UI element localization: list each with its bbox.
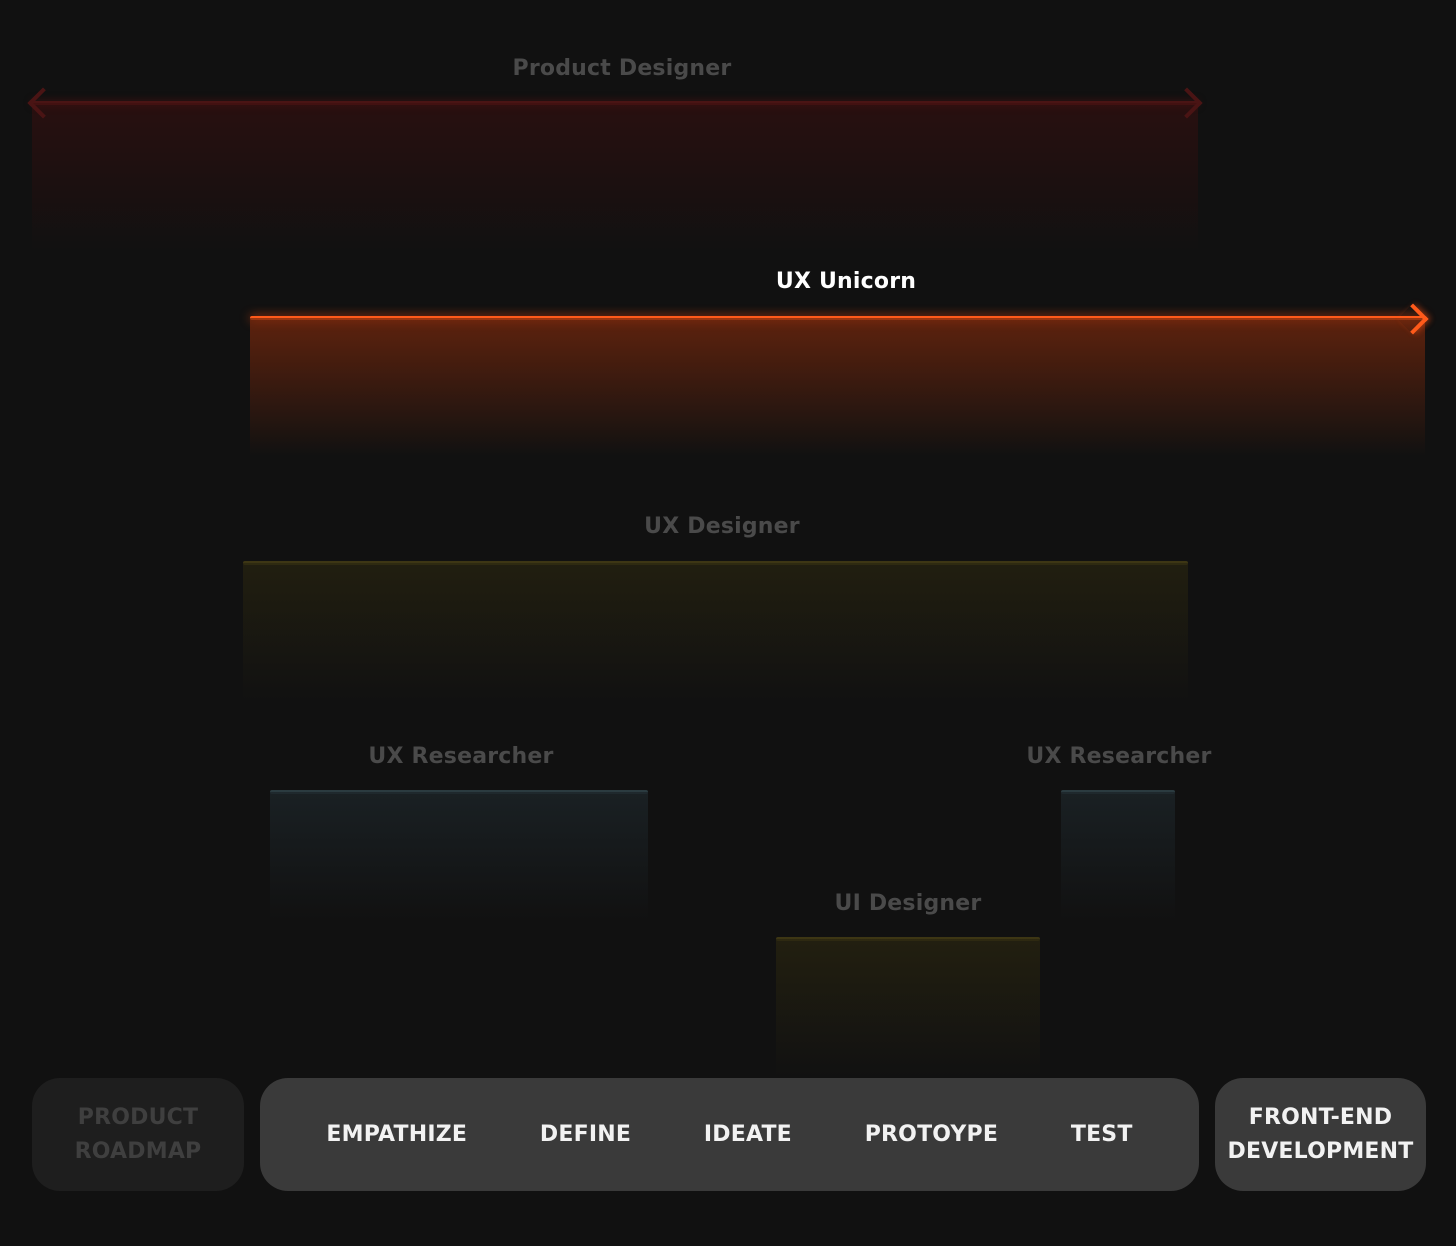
ui-designer-glow xyxy=(776,939,1040,1077)
ux-designer-label: UX Designer xyxy=(644,514,800,539)
product-roadmap-line2: ROADMAP xyxy=(74,1138,202,1164)
front-end-line1: FRONT-END xyxy=(1248,1104,1393,1130)
ux-designer-span xyxy=(243,561,1188,701)
front-end-development-box: FRONT-END DEVELOPMENT xyxy=(1215,1078,1426,1191)
ux-unicorn-span xyxy=(250,316,1425,456)
stage-test: TEST xyxy=(1070,1122,1133,1147)
ux-unicorn-glow xyxy=(250,318,1425,456)
product-designer-span xyxy=(32,101,1198,251)
ux-researcher-right-label: UX Researcher xyxy=(1026,744,1212,769)
product-roadmap-box: PRODUCT ROADMAP xyxy=(32,1078,244,1191)
ux-researcher-right-glow xyxy=(1061,792,1175,920)
ux-researcher-left-label: UX Researcher xyxy=(368,744,554,769)
product-roadmap-line1: PRODUCT xyxy=(77,1104,199,1130)
stage-prototype: PROTOYPE xyxy=(864,1122,999,1147)
stage-ideate: IDEATE xyxy=(703,1122,792,1147)
front-end-line2: DEVELOPMENT xyxy=(1227,1138,1414,1164)
product-designer-label: Product Designer xyxy=(512,56,732,81)
ux-researcher-left-span xyxy=(270,790,648,920)
ui-designer-label: UI Designer xyxy=(834,891,982,916)
ux-researcher-right-span xyxy=(1061,790,1175,920)
ux-unicorn-label: UX Unicorn xyxy=(775,269,917,294)
stage-define: DEFINE xyxy=(539,1122,632,1147)
product-designer-glow xyxy=(32,103,1198,251)
ui-designer-span xyxy=(776,937,1040,1077)
stage-empathize: EMPATHIZE xyxy=(326,1122,468,1147)
ux-researcher-left-glow xyxy=(270,792,648,920)
design-process-box: EMPATHIZE DEFINE IDEATE PROTOYPE TEST xyxy=(260,1078,1199,1191)
ux-designer-glow xyxy=(243,563,1188,701)
